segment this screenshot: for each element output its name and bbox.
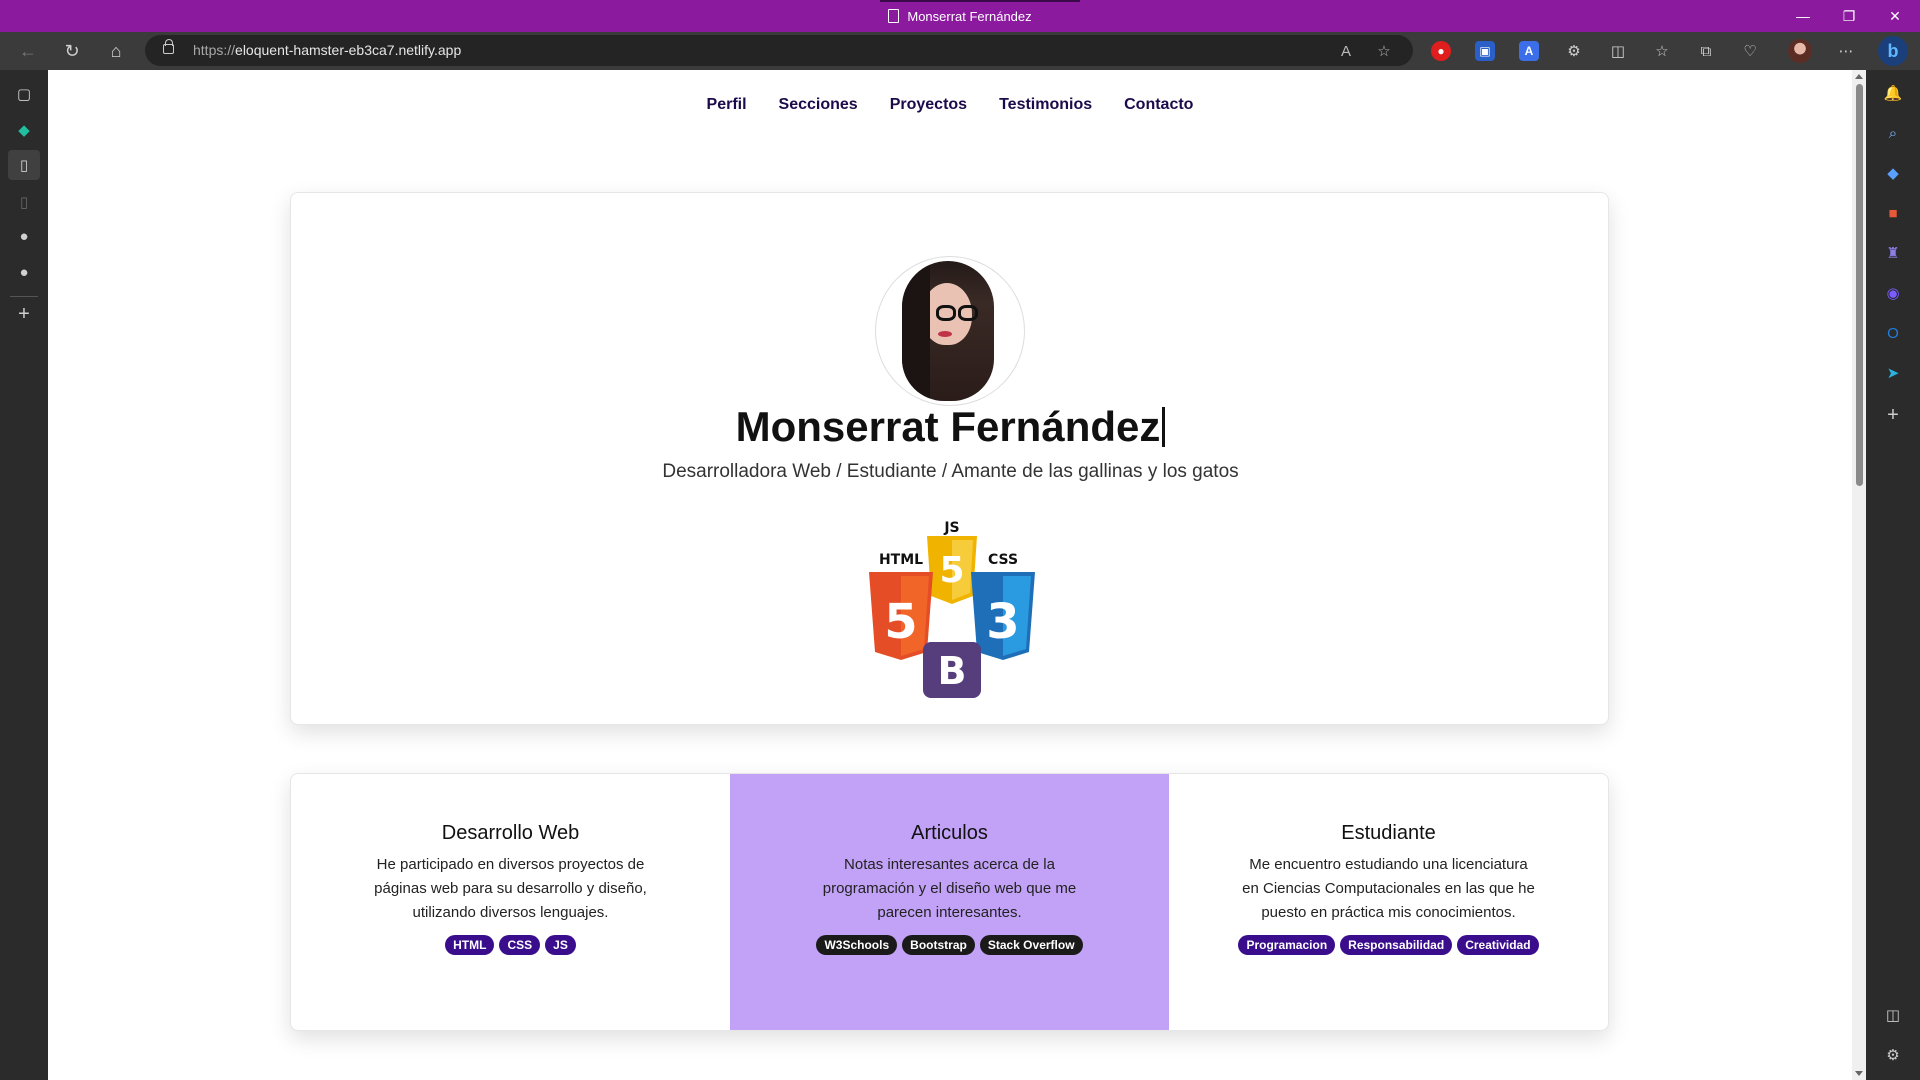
- photo-glasses-left: [936, 305, 956, 321]
- restore-button[interactable]: ❐: [1826, 0, 1872, 32]
- back-button[interactable]: ←: [14, 37, 42, 65]
- profile-photo-frame: [875, 256, 1025, 406]
- sidebar-divider: [10, 296, 38, 297]
- css-label: CSS: [988, 552, 1018, 568]
- sections-cards: Desarrollo Web He participado en diverso…: [290, 773, 1609, 1031]
- tech-logos: JS 5 HTML CSS 5 3 B: [869, 520, 1035, 698]
- read-aloud-icon[interactable]: A: [1335, 40, 1357, 62]
- chess-icon[interactable]: ♜: [1882, 242, 1904, 264]
- card-title: Desarrollo Web: [441, 822, 580, 844]
- copilot-icon[interactable]: b: [1878, 36, 1908, 66]
- photo-hair: [902, 261, 930, 401]
- card-tags: W3Schools Bootstrap Stack Overflow: [730, 935, 1169, 955]
- right-sidebar: 🔔 ⌕ ◆ ■ ♜ ◉ O ➤ + ◫ ⚙: [1866, 70, 1920, 1080]
- settings-icon[interactable]: ⚙: [1882, 1044, 1904, 1066]
- card-tags: Programacion Responsabilidad Creatividad: [1169, 935, 1608, 955]
- left-sidebar: ▢ ◆ ▯ ▯ ● ● +: [0, 70, 48, 1080]
- top-nav: Perfil Secciones Proyectos Testimonios C…: [48, 96, 1852, 114]
- lock-icon: [163, 39, 174, 54]
- nav-testimonios[interactable]: Testimonios: [999, 96, 1092, 114]
- page-scrollbar[interactable]: [1852, 70, 1866, 1080]
- html-label: HTML: [879, 552, 923, 568]
- bell-icon[interactable]: 🔔: [1882, 82, 1904, 104]
- nav-contacto[interactable]: Contacto: [1124, 96, 1193, 114]
- tabs-icon[interactable]: ▢: [12, 82, 36, 106]
- profile-avatar[interactable]: [1788, 39, 1812, 63]
- tag-icon[interactable]: ◆: [1882, 162, 1904, 184]
- js-number: 5: [939, 550, 964, 591]
- scroll-down-arrow[interactable]: [1855, 1071, 1863, 1076]
- extension-blue-icon[interactable]: ▣: [1475, 41, 1495, 61]
- page-viewport: Perfil Secciones Proyectos Testimonios C…: [48, 70, 1852, 1080]
- window-title: Monserrat Fernández: [0, 0, 1920, 32]
- page-icon[interactable]: ▯: [8, 150, 40, 180]
- profile-subtitle: Desarrolladora Web / Estudiante / Amante…: [662, 461, 1239, 482]
- nav-perfil[interactable]: Perfil: [707, 96, 747, 114]
- search-icon[interactable]: ⌕: [1882, 122, 1904, 144]
- card-desarrollo-web: Desarrollo Web He participado en diverso…: [291, 774, 730, 1030]
- card-text: Me encuentro estudiando una licenciatura…: [1242, 856, 1535, 921]
- tag-responsabilidad: Responsabilidad: [1340, 935, 1453, 955]
- profile-name: Monserrat Fernández: [291, 403, 1610, 451]
- extensions-icon[interactable]: ⚙: [1560, 37, 1588, 65]
- photo-lips: [938, 331, 952, 337]
- nav-secciones[interactable]: Secciones: [779, 96, 858, 114]
- card-estudiante: Estudiante Me encuentro estudiando una l…: [1169, 774, 1608, 1030]
- performance-icon[interactable]: ♡: [1736, 37, 1764, 65]
- home-button[interactable]: ⌂: [102, 37, 130, 65]
- html-number: 5: [884, 594, 917, 650]
- document-icon: [888, 9, 900, 23]
- profile-photo: [902, 261, 994, 401]
- window-titlebar: Monserrat Fernández — ❐ ✕: [0, 0, 1920, 32]
- typing-caret: [1162, 407, 1166, 447]
- profile-card: Monserrat Fernández Desarrolladora Web /…: [290, 192, 1609, 725]
- card-title: Estudiante: [1341, 822, 1436, 844]
- plus-icon[interactable]: +: [1882, 404, 1904, 426]
- tag-programacion: Programacion: [1238, 935, 1336, 955]
- diamond-icon[interactable]: ◆: [12, 118, 36, 142]
- outlook-icon[interactable]: O: [1882, 322, 1904, 344]
- js-label: JS: [943, 520, 959, 536]
- card-articulos: Articulos Notas interesantes acerca de l…: [730, 774, 1169, 1030]
- tag-css: CSS: [499, 935, 541, 955]
- github-icon[interactable]: ●: [12, 224, 36, 248]
- bootstrap-letter: B: [938, 649, 967, 693]
- photo-glasses-right: [958, 305, 978, 321]
- address-bar[interactable]: https://eloquent-hamster-eb3ca7.netlify.…: [145, 35, 1413, 66]
- collections-icon[interactable]: ⧉: [1692, 37, 1720, 65]
- tag-stack-overflow[interactable]: Stack Overflow: [979, 935, 1083, 955]
- extension-translate-icon[interactable]: A: [1519, 41, 1539, 61]
- extension-red-icon[interactable]: ●: [1431, 41, 1451, 61]
- css-number: 3: [986, 594, 1019, 650]
- scroll-up-arrow[interactable]: [1855, 74, 1863, 79]
- more-menu-icon[interactable]: ⋯: [1832, 37, 1860, 65]
- send-icon[interactable]: ➤: [1882, 362, 1904, 384]
- window-title-text: Monserrat Fernández: [907, 8, 1032, 24]
- page-faded-icon[interactable]: ▯: [12, 190, 36, 214]
- browser-toolbar: ← ↻ ⌂ https://eloquent-hamster-eb3ca7.ne…: [0, 32, 1920, 70]
- tag-creatividad: Creatividad: [1457, 935, 1539, 955]
- scrollbar-thumb[interactable]: [1856, 84, 1863, 486]
- address-url[interactable]: https://eloquent-hamster-eb3ca7.netlify.…: [193, 42, 461, 58]
- split-screen-icon[interactable]: ◫: [1604, 37, 1632, 65]
- card-title: Articulos: [911, 822, 988, 844]
- github-icon[interactable]: ●: [12, 260, 36, 284]
- favorite-star-icon[interactable]: ☆: [1373, 40, 1395, 62]
- tag-html: HTML: [445, 935, 495, 955]
- tag-bootstrap[interactable]: Bootstrap: [902, 935, 975, 955]
- card-text: Notas interesantes acerca de la programa…: [822, 856, 1077, 921]
- refresh-button[interactable]: ↻: [58, 37, 86, 65]
- minimize-button[interactable]: —: [1780, 0, 1826, 32]
- sidebar-toggle-icon[interactable]: ◫: [1882, 1004, 1904, 1026]
- copilot-icon[interactable]: ◉: [1882, 282, 1904, 304]
- toolbox-icon[interactable]: ■: [1882, 202, 1904, 224]
- close-window-button[interactable]: ✕: [1872, 0, 1918, 32]
- card-tags: HTML CSS JS: [291, 935, 730, 955]
- plus-icon[interactable]: +: [12, 302, 36, 326]
- tag-w3schools[interactable]: W3Schools: [816, 935, 898, 955]
- nav-proyectos[interactable]: Proyectos: [890, 96, 967, 114]
- tag-js: JS: [545, 935, 576, 955]
- favorites-icon[interactable]: ☆: [1648, 37, 1676, 65]
- card-text: He participado en diversos proyectos de …: [374, 856, 647, 921]
